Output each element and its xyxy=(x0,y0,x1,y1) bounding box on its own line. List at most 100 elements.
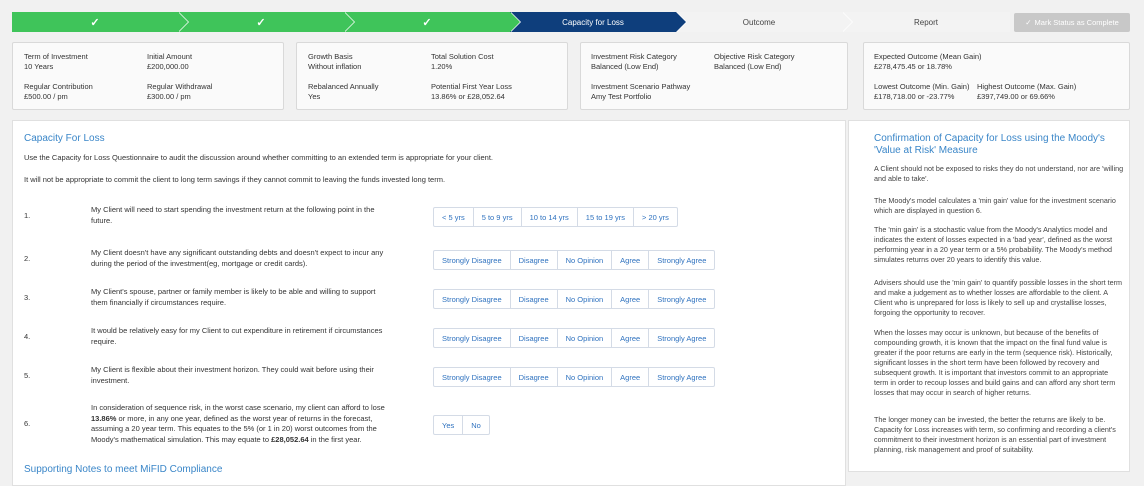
option-strongly-disagree[interactable]: Strongly Disagree xyxy=(434,329,511,347)
question-number: 1. xyxy=(24,211,31,220)
option-less-5-yrs[interactable]: < 5 yrs xyxy=(434,208,474,226)
loss-percent: 13.86% xyxy=(91,413,117,423)
step-3-complete[interactable]: ✓ xyxy=(344,12,521,32)
moodys-info-panel: Confirmation of Capacity for Loss using … xyxy=(848,120,1130,472)
highest-outcome-value: £397,749.00 or 69.66% xyxy=(977,92,1055,101)
risk-category-value: Balanced (Low End) xyxy=(591,62,659,71)
question-number: 6. xyxy=(24,419,31,428)
option-disagree[interactable]: Disagree xyxy=(511,251,558,269)
term-option-group: < 5 yrs 5 to 9 yrs 10 to 14 yrs 15 to 19… xyxy=(433,207,678,227)
question-text: In consideration of sequence risk, in th… xyxy=(91,403,385,444)
option-strongly-disagree[interactable]: Strongly Disagree xyxy=(434,290,511,308)
option-strongly-disagree[interactable]: Strongly Disagree xyxy=(434,251,511,269)
option-agree[interactable]: Agree xyxy=(612,329,650,347)
option-strongly-agree[interactable]: Strongly Agree xyxy=(649,368,714,386)
step-capacity-for-loss[interactable]: Capacity for Loss xyxy=(510,12,687,32)
expected-outcome-value: £278,475.45 or 18.78% xyxy=(874,62,952,71)
agree-option-group: Strongly Disagree Disagree No Opinion Ag… xyxy=(433,328,716,348)
agree-option-group: Strongly Disagree Disagree No Opinion Ag… xyxy=(433,289,716,309)
step-1-complete[interactable]: ✓ xyxy=(12,12,189,32)
step-outcome[interactable]: Outcome xyxy=(676,12,853,32)
regular-withdrawal-value: £300.00 / pm xyxy=(147,92,191,101)
expected-outcome-label: Expected Outcome (Mean Gain) xyxy=(874,52,982,61)
total-cost-value: 1.20% xyxy=(431,62,453,71)
info-paragraph-1: A Client should not be exposed to risks … xyxy=(874,164,1124,183)
step-label: Capacity for Loss xyxy=(562,17,624,27)
term-label: Term of Investment xyxy=(24,52,88,61)
step-label: Report xyxy=(913,17,938,27)
supporting-notes-title: Supporting Notes to meet MiFID Complianc… xyxy=(24,464,223,475)
info-paragraph-6: The longer money can be invested, the be… xyxy=(874,415,1116,454)
rebalanced-label: Rebalanced Annually xyxy=(308,82,379,91)
lowest-outcome-label: Lowest Outcome (Min. Gain) xyxy=(874,82,970,91)
regular-withdrawal-label: Regular Withdrawal xyxy=(147,82,213,91)
option-no-opinion[interactable]: No Opinion xyxy=(558,251,613,269)
intro-text-1: Use the Capacity for Loss Questionnaire … xyxy=(24,153,493,162)
yes-no-group: Yes No xyxy=(433,415,490,435)
question-number: 4. xyxy=(24,332,31,341)
option-agree[interactable]: Agree xyxy=(612,290,650,308)
question-text: My Client is flexible about their invest… xyxy=(91,365,374,385)
option-15-19-yrs[interactable]: 15 to 19 yrs xyxy=(578,208,634,226)
mark-status-complete-button[interactable]: ✓ Mark Status as Complete xyxy=(1014,13,1130,32)
info-paragraph-5: When the losses may occur is unknown, bu… xyxy=(874,328,1116,397)
info-paragraph-3: The 'min gain' is a stochastic value fro… xyxy=(874,225,1113,264)
option-strongly-agree[interactable]: Strongly Agree xyxy=(649,251,714,269)
step-2-complete[interactable]: ✓ xyxy=(178,12,355,32)
scenario-pathway-label: Investment Scenario Pathway xyxy=(591,82,691,91)
summary-card-investment: Term of Investment 10 Years Initial Amoun… xyxy=(12,42,284,110)
check-icon: ✓ xyxy=(1025,18,1032,27)
first-year-loss-value: 13.86% or £28,052.64 xyxy=(431,92,505,101)
mark-status-label: Mark Status as Complete xyxy=(1034,18,1119,27)
question-text: It would be relatively easy for my Clien… xyxy=(91,326,383,346)
initial-amount-label: Initial Amount xyxy=(147,52,193,61)
option-strongly-disagree[interactable]: Strongly Disagree xyxy=(434,368,511,386)
option-yes[interactable]: Yes xyxy=(434,416,464,434)
intro-text-2: It will not be appropriate to commit the… xyxy=(24,175,446,184)
option-no-opinion[interactable]: No Opinion xyxy=(558,329,613,347)
initial-amount-value: £200,000.00 xyxy=(147,62,189,71)
risk-category-label: Investment Risk Category xyxy=(591,52,677,61)
growth-basis-label: Growth Basis xyxy=(308,52,353,61)
option-disagree[interactable]: Disagree xyxy=(511,368,558,386)
question-text: My Client will need to start spending th… xyxy=(91,205,375,225)
summary-card-outcome: Expected Outcome (Mean Gain) £278,475.45 … xyxy=(863,42,1130,110)
option-agree[interactable]: Agree xyxy=(612,368,650,386)
question-number: 3. xyxy=(24,293,31,302)
check-icon: ✓ xyxy=(90,16,100,29)
option-disagree[interactable]: Disagree xyxy=(511,329,558,347)
info-title: Confirmation of Capacity for Loss using … xyxy=(874,133,1105,156)
step-label: Outcome xyxy=(742,17,776,27)
rebalanced-value: Yes xyxy=(308,92,321,101)
option-no[interactable]: No xyxy=(463,416,489,434)
check-icon: ✓ xyxy=(422,16,432,29)
option-10-14-yrs[interactable]: 10 to 14 yrs xyxy=(522,208,578,226)
option-agree[interactable]: Agree xyxy=(612,251,650,269)
section-title: Capacity For Loss xyxy=(24,133,105,144)
step-report[interactable]: Report xyxy=(842,12,1010,32)
option-5-9-yrs[interactable]: 5 to 9 yrs xyxy=(474,208,522,226)
option-strongly-agree[interactable]: Strongly Agree xyxy=(649,290,714,308)
info-paragraph-4: Advisers should use the 'min gain' to qu… xyxy=(874,278,1123,317)
question-number: 2. xyxy=(24,254,31,263)
check-icon: ✓ xyxy=(256,16,266,29)
agree-option-group: Strongly Disagree Disagree No Opinion Ag… xyxy=(433,367,716,387)
progress-tracker: ✓ ✓ ✓ Capacity for Loss Outcome Report xyxy=(12,12,1010,32)
question-text: My Client doesn't have any significant o… xyxy=(91,248,384,268)
option-strongly-agree[interactable]: Strongly Agree xyxy=(649,329,714,347)
total-cost-label: Total Solution Cost xyxy=(431,52,494,61)
growth-basis-value: Without inflation xyxy=(308,62,362,71)
objective-risk-label: Objective Risk Category xyxy=(714,52,795,61)
option-disagree[interactable]: Disagree xyxy=(511,290,558,308)
option-no-opinion[interactable]: No Opinion xyxy=(558,290,613,308)
scenario-pathway-value: Amy Test Portfolio xyxy=(591,92,652,101)
option-no-opinion[interactable]: No Opinion xyxy=(558,368,613,386)
question-text: My Client's spouse, partner or family me… xyxy=(91,287,376,307)
agree-option-group: Strongly Disagree Disagree No Opinion Ag… xyxy=(433,250,716,270)
summary-card-risk: Investment Risk Category Balanced (Low En… xyxy=(580,42,848,110)
first-year-loss-label: Potential First Year Loss xyxy=(431,82,512,91)
info-paragraph-2: The Moody's model calculates a 'min gain… xyxy=(874,196,1116,215)
regular-contribution-value: £500.00 / pm xyxy=(24,92,68,101)
option-more-20-yrs[interactable]: > 20 yrs xyxy=(634,208,677,226)
capacity-for-loss-panel: Capacity For Loss Use the Capacity for L… xyxy=(12,120,846,486)
